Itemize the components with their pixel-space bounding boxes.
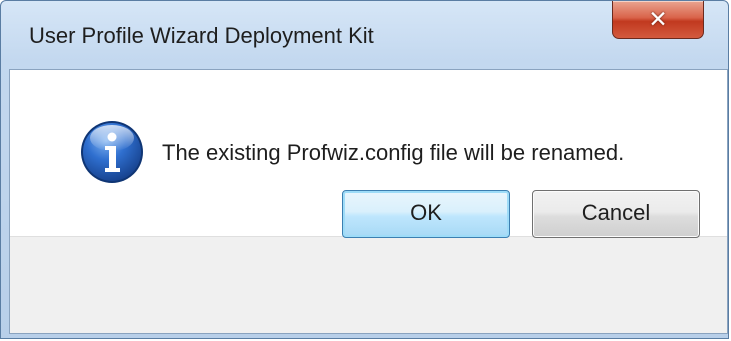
dialog-window: User Profile Wizard Deployment Kit ✕ The… bbox=[0, 0, 729, 339]
title-bar[interactable]: User Profile Wizard Deployment Kit ✕ bbox=[1, 1, 728, 69]
dialog-message: The existing Profwiz.config file will be… bbox=[162, 140, 625, 165]
button-bar bbox=[10, 236, 727, 333]
close-icon: ✕ bbox=[648, 6, 668, 32]
cancel-button[interactable]: Cancel bbox=[532, 190, 700, 238]
info-icon bbox=[81, 121, 143, 183]
ok-button[interactable]: OK bbox=[342, 190, 510, 238]
close-button[interactable]: ✕ bbox=[612, 1, 704, 39]
window-title: User Profile Wizard Deployment Kit bbox=[29, 23, 374, 48]
